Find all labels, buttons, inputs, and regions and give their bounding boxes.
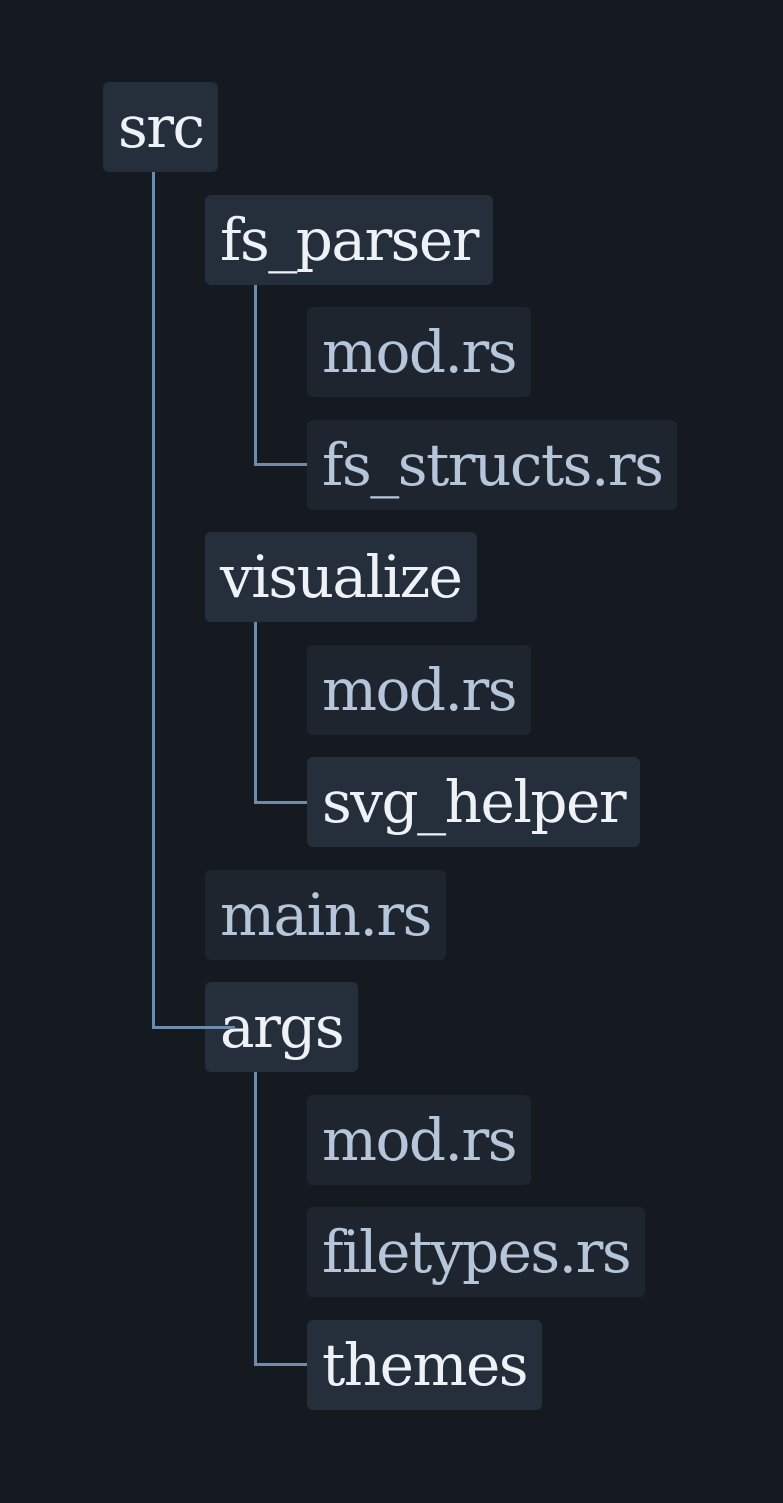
connector-visualize-elbow <box>254 800 307 804</box>
connector-fs-parser-elbow <box>254 463 307 466</box>
folder-fs-parser[interactable]: fs_parser <box>205 194 493 285</box>
file-tree: src fs_parser mod.rs fs_structs.rs visualize… <box>0 0 783 1503</box>
file-main-rs[interactable]: main.rs <box>205 869 446 960</box>
folder-src[interactable]: src <box>103 82 219 172</box>
connector-args-elbow <box>254 1363 307 1366</box>
file-fs-structs-rs[interactable]: fs_structs.rs <box>307 419 678 510</box>
file-filetypes-rs[interactable]: filetypes.rs <box>307 1207 646 1297</box>
file-mod-rs[interactable]: mod.rs <box>307 1094 531 1185</box>
connector-args-vertical <box>254 1072 257 1366</box>
connector-src-vertical <box>152 172 155 1029</box>
connector-visualize-vertical <box>254 622 257 804</box>
file-mod-rs[interactable]: mod.rs <box>307 644 531 735</box>
file-mod-rs[interactable]: mod.rs <box>307 307 531 397</box>
folder-themes[interactable]: themes <box>307 1319 543 1410</box>
folder-visualize[interactable]: visualize <box>205 532 477 622</box>
folder-svg-helper[interactable]: svg_helper <box>307 757 641 847</box>
connector-src-elbow <box>152 1025 235 1029</box>
connector-fs-parser-vertical <box>254 284 257 466</box>
